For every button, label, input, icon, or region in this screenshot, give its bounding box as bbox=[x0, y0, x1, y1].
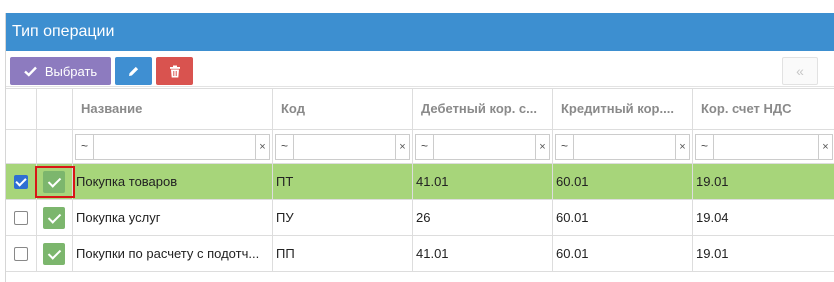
filter-vat-input[interactable] bbox=[714, 135, 818, 159]
cell-credit: 60.01 bbox=[553, 236, 693, 271]
filter-operator-button[interactable]: ~ bbox=[76, 135, 94, 159]
cell-debit: 26 bbox=[413, 200, 553, 235]
cell-credit: 60.01 bbox=[553, 164, 693, 199]
cell-name: Покупки по расчету с подотч... bbox=[73, 236, 273, 271]
filter-empty bbox=[6, 130, 37, 163]
delete-button[interactable] bbox=[156, 57, 193, 85]
table-row[interactable]: Покупка услуг ПУ 26 60.01 19.04 bbox=[6, 200, 834, 236]
filter-operator-button[interactable]: ~ bbox=[696, 135, 714, 159]
header-status-col bbox=[37, 89, 73, 129]
clear-filter-button[interactable]: × bbox=[818, 135, 832, 159]
select-button[interactable]: Выбрать bbox=[10, 57, 111, 85]
check-icon[interactable] bbox=[43, 242, 65, 265]
operations-grid: Название Код Дебетный кор. с... Кредитны… bbox=[6, 88, 834, 272]
filter-code: ~ × bbox=[273, 130, 413, 163]
select-button-label: Выбрать bbox=[44, 63, 98, 79]
filter-credit-input[interactable] bbox=[574, 135, 675, 159]
row-checkbox[interactable] bbox=[14, 174, 28, 189]
cell-vat: 19.04 bbox=[696, 210, 729, 225]
cell-name: Покупка услуг bbox=[73, 200, 273, 235]
window-title: Тип операции bbox=[6, 13, 834, 51]
header-select-col bbox=[6, 89, 37, 129]
filter-vat: ~ × bbox=[693, 130, 834, 163]
clear-filter-button[interactable]: × bbox=[255, 135, 269, 159]
row-status-cell bbox=[37, 236, 73, 271]
header-credit-account[interactable]: Кредитный кор.... bbox=[553, 89, 693, 129]
row-checkbox[interactable] bbox=[14, 246, 28, 261]
filter-debit: ~ × bbox=[413, 130, 553, 163]
cell-name: Покупка товаров bbox=[73, 164, 273, 199]
cell-debit: 41.01 bbox=[413, 164, 553, 199]
clear-filter-button[interactable]: × bbox=[675, 135, 689, 159]
filter-name-input[interactable] bbox=[94, 135, 255, 159]
cell-vat: 19.01 bbox=[696, 246, 729, 261]
edit-button[interactable] bbox=[115, 57, 152, 85]
row-status-cell bbox=[37, 200, 73, 235]
toolbar: Выбрать « bbox=[6, 51, 834, 87]
cell-vat: 19.01 bbox=[696, 174, 729, 189]
pencil-icon bbox=[129, 66, 139, 76]
cell-debit: 41.01 bbox=[413, 236, 553, 271]
cell-credit: 60.01 bbox=[553, 200, 693, 235]
header-debit-account[interactable]: Дебетный кор. с... bbox=[413, 89, 553, 129]
cell-code: ПП bbox=[273, 236, 413, 271]
trash-icon bbox=[169, 65, 180, 77]
grid-header: Название Код Дебетный кор. с... Кредитны… bbox=[6, 88, 834, 130]
header-name[interactable]: Название bbox=[73, 89, 273, 129]
table-row[interactable]: Покупка товаров ПТ 41.01 60.01 19.01 bbox=[6, 164, 834, 200]
check-icon[interactable] bbox=[43, 170, 65, 193]
row-checkbox-cell bbox=[6, 164, 37, 199]
row-checkbox-cell bbox=[6, 200, 37, 235]
filter-operator-button[interactable]: ~ bbox=[416, 135, 434, 159]
row-checkbox-cell bbox=[6, 236, 37, 271]
operation-type-panel: Тип операции Выбрать « Название Код Дебе… bbox=[5, 13, 834, 282]
clear-filter-button[interactable]: × bbox=[395, 135, 409, 159]
cell-code: ПТ bbox=[273, 164, 413, 199]
filter-code-input[interactable] bbox=[294, 135, 395, 159]
filter-name: ~ × bbox=[73, 130, 273, 163]
table-row[interactable]: Покупки по расчету с подотч... ПП 41.01 … bbox=[6, 236, 834, 272]
filter-operator-button[interactable]: ~ bbox=[276, 135, 294, 159]
check-icon[interactable] bbox=[43, 206, 65, 229]
double-chevron-left-icon: « bbox=[796, 63, 804, 79]
row-status-cell bbox=[37, 164, 73, 199]
header-vat-account[interactable]: Кор. счет НДС bbox=[693, 89, 834, 129]
row-checkbox[interactable] bbox=[14, 210, 28, 225]
clear-filter-button[interactable]: × bbox=[535, 135, 549, 159]
prev-page-button[interactable]: « bbox=[782, 57, 818, 85]
filter-debit-input[interactable] bbox=[434, 135, 535, 159]
header-code[interactable]: Код bbox=[273, 89, 413, 129]
filter-row: ~ × ~ × ~ × ~ × ~ × bbox=[6, 130, 834, 164]
check-icon bbox=[23, 66, 37, 77]
filter-operator-button[interactable]: ~ bbox=[556, 135, 574, 159]
filter-credit: ~ × bbox=[553, 130, 693, 163]
cell-code: ПУ bbox=[273, 200, 413, 235]
filter-empty bbox=[37, 130, 73, 163]
